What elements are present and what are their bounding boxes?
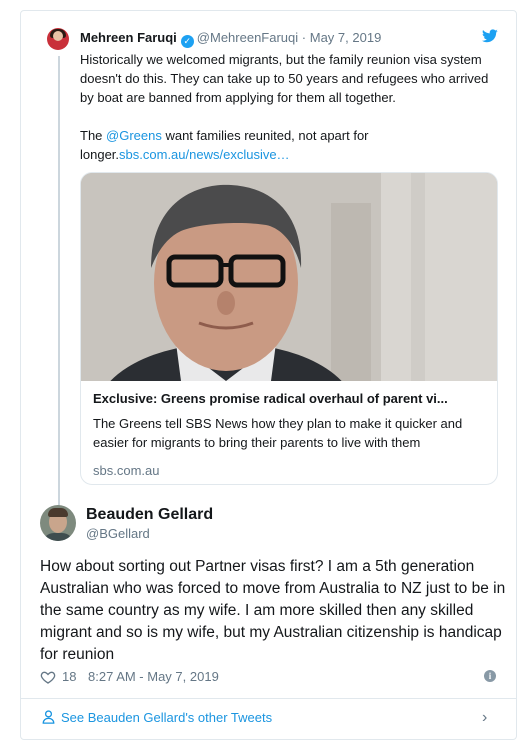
article-photo: [81, 173, 497, 381]
tweet1-para2-start: The: [80, 128, 107, 143]
tweet2-text: How about sorting out Partner visas firs…: [40, 558, 506, 663]
tweet2-actions: 18 8:27 AM - May 7, 2019 i: [40, 668, 500, 688]
greens-mention-link[interactable]: @Greens: [106, 128, 162, 143]
mehreen-avatar[interactable]: [47, 28, 69, 50]
see-other-tweets-row[interactable]: See Beauden Gellard's other Tweets ›: [20, 699, 517, 737]
link-preview-card[interactable]: Exclusive: Greens promise radical overha…: [80, 172, 498, 485]
verified-badge-icon: ✓: [180, 35, 194, 48]
like-count[interactable]: 18: [62, 669, 76, 684]
link-card-description: The Greens tell SBS News how they plan t…: [93, 416, 463, 450]
thread-connector-line: [58, 56, 60, 508]
see-other-tweets-link[interactable]: See Beauden Gellard's other Tweets: [61, 710, 272, 725]
tweet2-handle[interactable]: @BGellard: [86, 526, 150, 541]
tweet1-separator: ·: [301, 30, 307, 45]
twitter-bird-icon[interactable]: [482, 29, 498, 43]
tweet1-author-name[interactable]: Mehreen Faruqi: [80, 30, 177, 45]
info-icon[interactable]: i: [484, 670, 496, 682]
tweet1-handle[interactable]: @MehreenFaruqi: [197, 30, 298, 45]
link-card-title: Exclusive: Greens promise radical overha…: [93, 391, 448, 406]
tweet1-paragraph-2: The @Greens want families reunited, not …: [80, 126, 500, 164]
tweet1-text: Historically we welcomed migrants, but t…: [80, 50, 500, 164]
heart-icon[interactable]: [40, 669, 56, 685]
tweet2-author-name[interactable]: Beauden Gellard: [86, 506, 213, 524]
tweet2-timestamp[interactable]: 8:27 AM - May 7, 2019: [88, 669, 219, 684]
tweet1-date[interactable]: May 7, 2019: [310, 30, 382, 45]
politician-portrait-image: [81, 173, 497, 381]
tweet1-paragraph-1: Historically we welcomed migrants, but t…: [80, 52, 489, 105]
person-icon: [42, 710, 55, 724]
link-card-domain: sbs.com.au: [93, 463, 160, 478]
sbs-url-link[interactable]: sbs.com.au/news/exclusive…: [119, 147, 290, 162]
tweet1-header: Mehreen Faruqi ✓ @MehreenFaruqi · May 7, 2…: [80, 30, 381, 48]
beauden-avatar[interactable]: [40, 505, 76, 541]
chevron-right-icon[interactable]: ›: [482, 709, 487, 727]
